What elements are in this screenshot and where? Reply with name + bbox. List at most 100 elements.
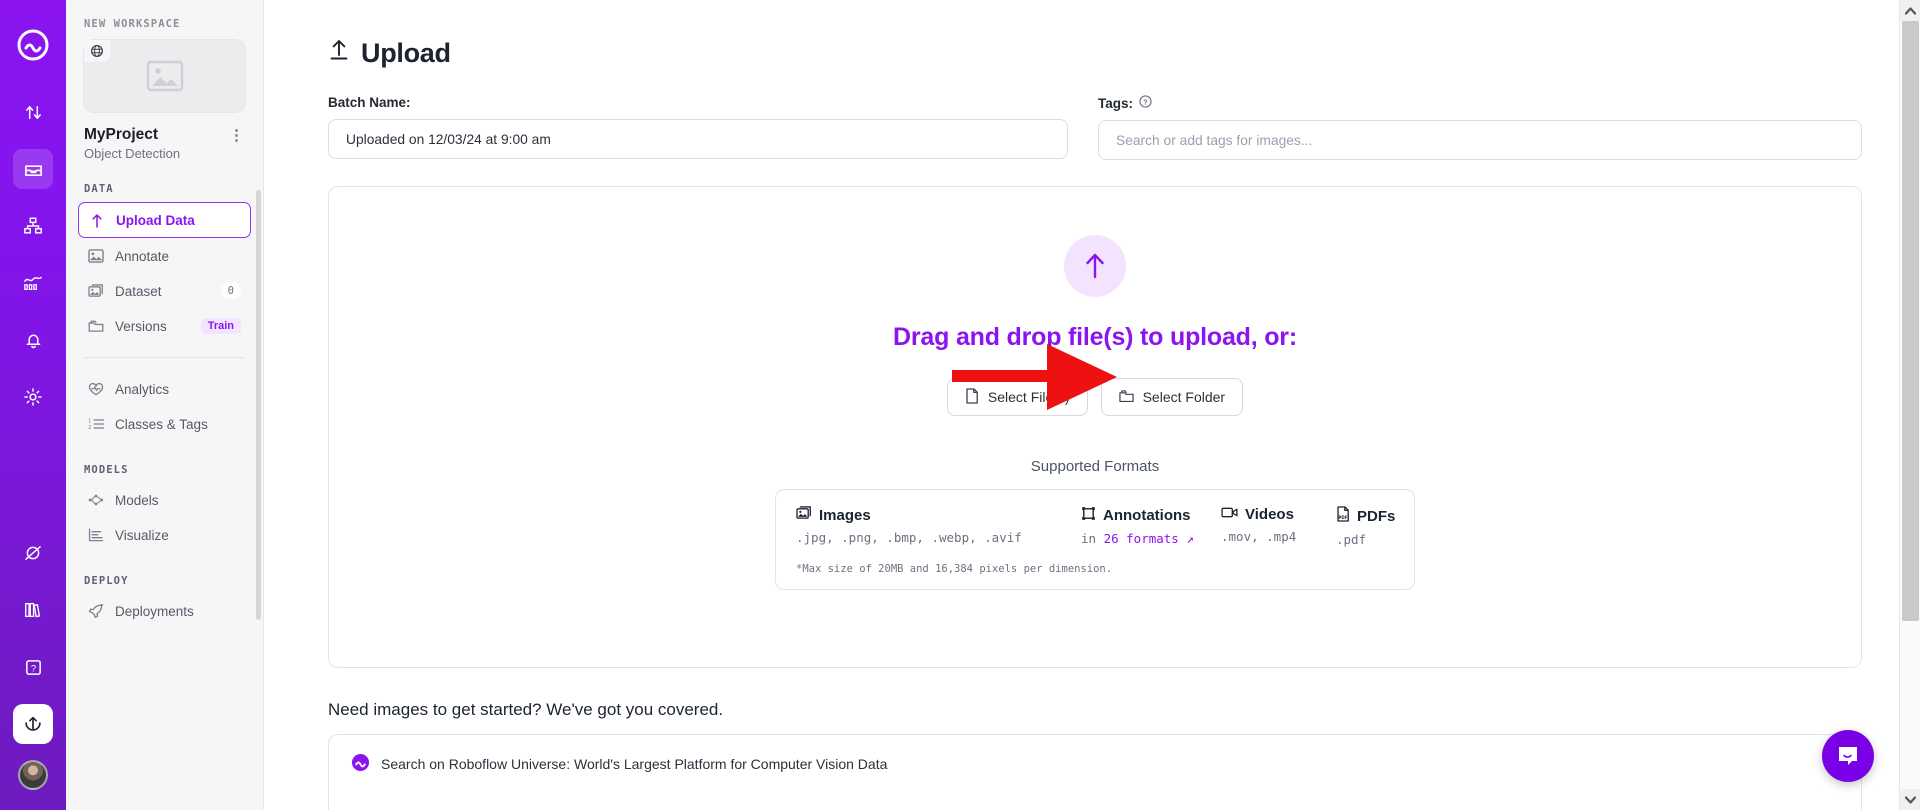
universe-search-row[interactable]: Search on Roboflow Universe: World's Lar… [351,753,1839,775]
tags-label-row: Tags: ? [1098,95,1862,111]
library-icon[interactable] [13,590,53,630]
nav-section-models: MODELS [84,464,129,476]
format-images-name: Images [819,506,871,524]
format-column-annotations: Annotations in 26 formats ↗ [1081,506,1221,547]
upload-arrow-icon [89,212,105,228]
video-icon [1221,506,1238,523]
format-annotations-extensions: in 26 formats ↗ [1081,531,1221,546]
transfer-icon[interactable] [13,92,53,132]
format-pdfs-extensions: .pdf [1336,532,1367,547]
sidebar-item-models[interactable]: Models [78,483,251,517]
format-annotations-name: Annotations [1103,507,1191,524]
page-title-text: Upload [361,38,451,68]
select-folder-button[interactable]: Select Folder [1100,378,1244,416]
globe-icon [84,40,110,62]
format-column-pdfs: PDF PDFs .pdf [1336,506,1395,547]
help-circle-icon[interactable]: ? [1139,95,1152,111]
image-icon [796,506,812,524]
workspace-label: NEW WORKSPACE [84,18,181,30]
project-sidebar: NEW WORKSPACE MyProject ⋮ Object Detecti… [66,0,264,810]
project-menu-button[interactable]: ⋮ [229,128,245,143]
sidebar-item-dataset[interactable]: Dataset 0 [78,274,251,308]
bell-icon[interactable] [13,320,53,360]
avatar[interactable] [18,760,48,790]
supported-formats-columns: Images .jpg, .png, .bmp, .webp, .avif An… [796,506,1395,547]
upload-icon [328,38,350,69]
batch-name-field: Batch Name: [328,95,1068,160]
upload-circle-icon[interactable] [13,704,53,744]
nav-divider [84,357,245,358]
question-icon[interactable]: ? [13,647,53,687]
rocket-icon [88,603,104,619]
project-thumbnail-wrapper[interactable] [66,40,263,112]
folder-icon [1118,389,1134,406]
dropzone-title: Drag and drop file(s) to upload, or: [893,323,1297,351]
sitemap-icon[interactable] [13,206,53,246]
sidebar-item-label: Deployments [115,603,194,619]
app-root: ? NEW WORKSPACE MyProject ⋮ Object Detec… [0,0,1920,810]
sidebar-item-label: Classes & Tags [115,416,208,432]
dataset-images-icon [88,283,104,299]
dropzone-upload-arrow-icon [1064,235,1126,297]
format-annotations-head: Annotations [1081,506,1221,525]
scroll-up-button[interactable] [1900,0,1920,21]
supported-formats-note: *Max size of 20MB and 16,384 pixels per … [796,563,1113,575]
sidebar-item-versions[interactable]: Versions Train [78,309,251,343]
format-annotations-prefix: in [1081,531,1104,546]
train-badge[interactable]: Train [200,318,241,334]
sidebar-item-upload-data[interactable]: Upload Data [78,202,251,238]
format-images-head: Images [796,506,1081,524]
analytics-icon[interactable] [13,263,53,303]
planet-icon[interactable] [13,533,53,573]
nav-section-data: DATA [84,183,114,195]
formats-link[interactable]: 26 formats [1104,531,1179,546]
folder-icon [88,318,104,334]
svg-text:?: ? [30,663,35,674]
project-type: Object Detection [84,146,181,161]
roboflow-logo-icon[interactable] [16,28,50,62]
pdf-icon: PDF [1336,506,1350,526]
sidebar-item-deployments[interactable]: Deployments [78,594,251,628]
select-files-button[interactable]: Select File(s) [946,378,1088,416]
need-images-box: Search on Roboflow Universe: World's Lar… [328,734,1862,810]
sidebar-item-label: Upload Data [116,212,195,228]
roboflow-mark-icon [351,753,370,775]
sidebar-scrollbar-thumb[interactable] [256,190,261,620]
format-videos-head: Videos [1221,506,1336,523]
sidebar-item-label: Models [115,492,159,508]
sidebar-item-analytics[interactable]: Analytics [78,372,251,406]
sidebar-item-label: Annotate [115,248,170,264]
scrollbar-thumb[interactable] [1902,21,1919,621]
select-files-label: Select File(s) [987,389,1070,405]
project-name-row: MyProject ⋮ [66,112,263,144]
global-icon-rail: ? [0,0,66,810]
scroll-down-button[interactable] [1900,789,1920,810]
format-column-videos: Videos .mov, .mp4 [1221,506,1336,547]
chat-bubble-icon[interactable] [1822,730,1874,782]
upload-form-row: Batch Name: Tags: ? [328,95,1862,160]
sidebar-item-label: Visualize [115,527,169,543]
bar-chart-icon [88,527,104,543]
external-link-icon[interactable]: ↗ [1186,531,1194,546]
ordered-list-icon: 1 2 [88,416,104,432]
format-videos-name: Videos [1245,506,1294,523]
batch-name-input[interactable] [328,119,1068,159]
universe-search-label: Search on Roboflow Universe: World's Lar… [381,756,888,772]
select-folder-label: Select Folder [1142,389,1226,405]
dropzone-button-row: Select File(s) Select Folder [946,378,1244,416]
inbox-icon[interactable] [13,149,53,189]
sidebar-item-annotate[interactable]: Annotate [78,239,251,273]
sidebar-item-classes-and-tags[interactable]: 1 2 Classes & Tags [78,407,251,441]
format-pdfs-name: PDFs [1357,507,1396,525]
sidebar-item-label: Analytics [115,381,170,397]
file-dropzone[interactable]: Drag and drop file(s) to upload, or: Sel… [328,186,1862,668]
tags-input[interactable] [1098,120,1862,160]
dataset-count-badge: 0 [220,283,241,299]
gear-icon[interactable] [13,377,53,417]
model-graph-icon [88,492,104,508]
format-column-images: Images .jpg, .png, .bmp, .webp, .avif [796,506,1081,547]
sidebar-item-visualize[interactable]: Visualize [78,518,251,552]
page-scrollbar[interactable] [1899,0,1920,810]
file-icon [965,387,979,407]
image-placeholder-icon [146,60,183,92]
